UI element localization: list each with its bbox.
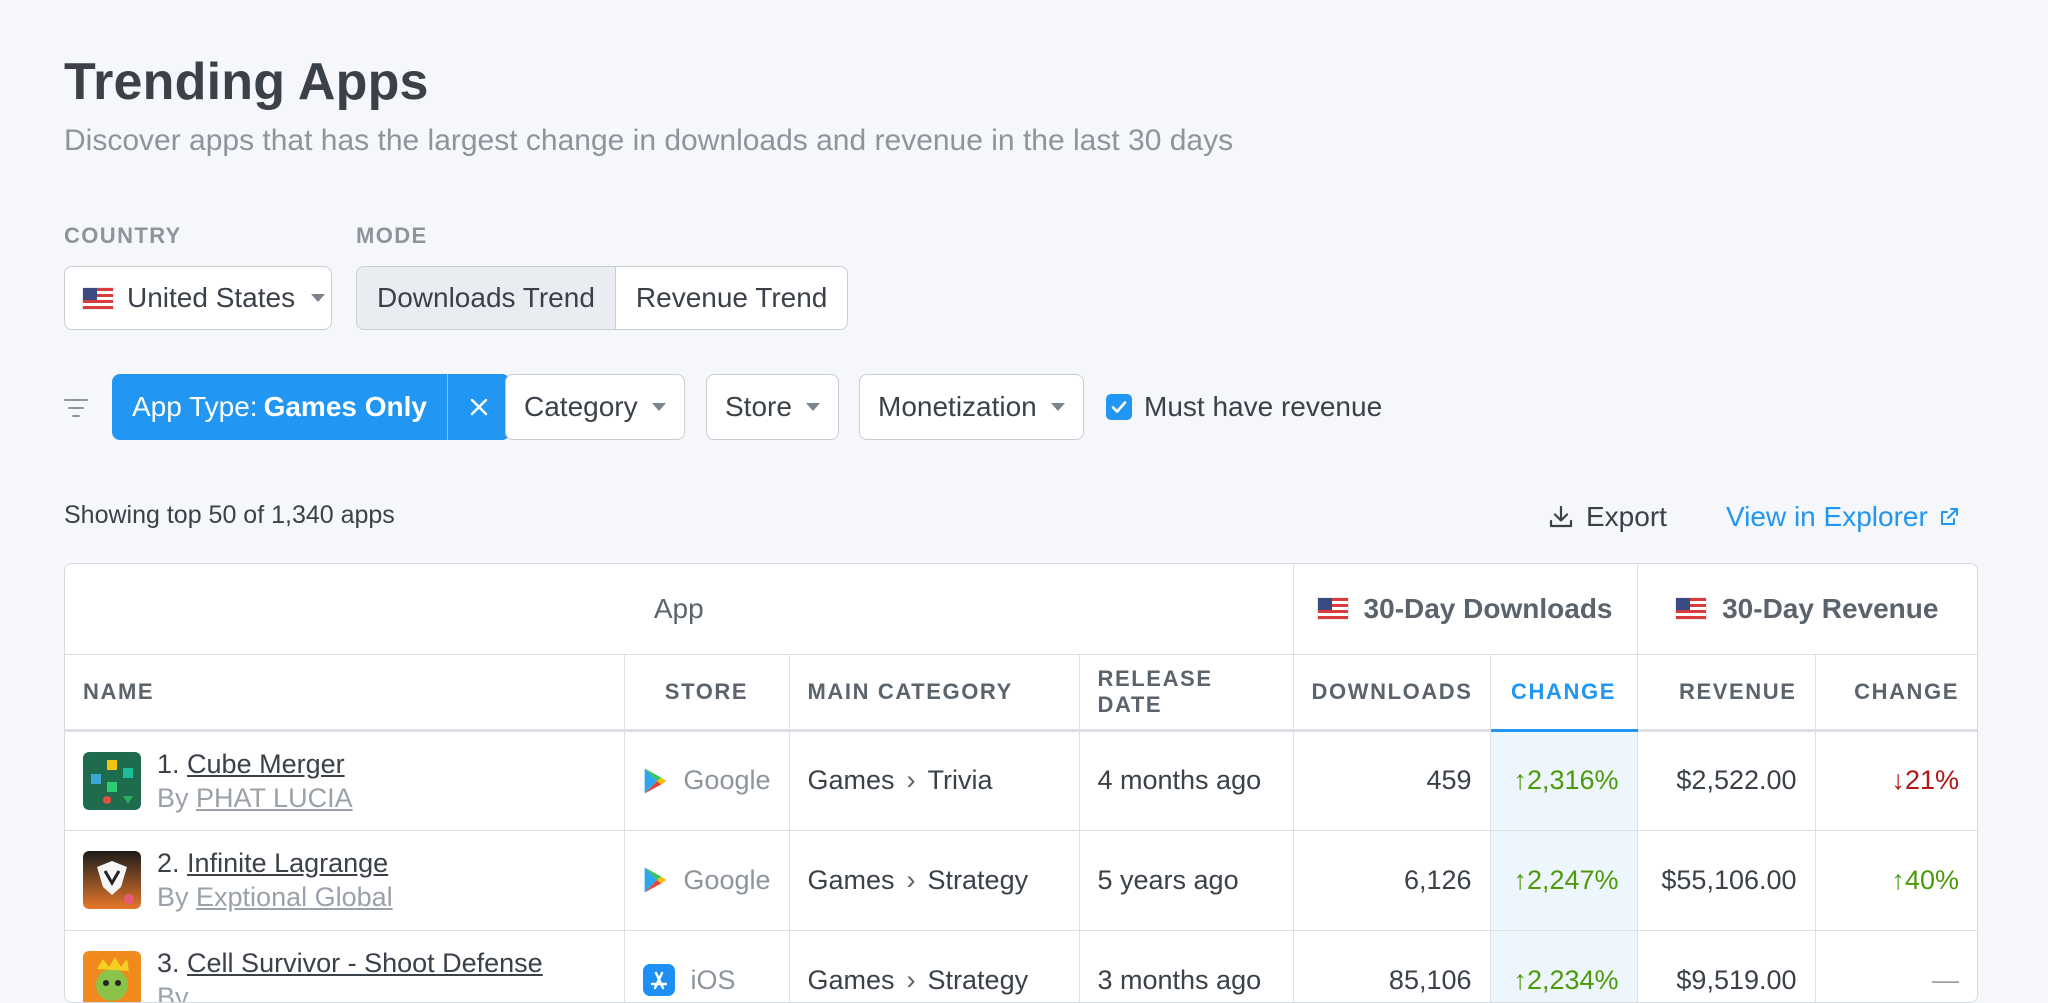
- store-filter-dropdown[interactable]: Store: [706, 374, 839, 440]
- close-icon: [470, 398, 488, 416]
- store-name: Google: [683, 765, 771, 795]
- country-value: United States: [127, 282, 296, 313]
- app-name-link[interactable]: Cell Survivor - Shoot Defense: [187, 948, 543, 978]
- downloads-value: 459: [1293, 730, 1491, 831]
- export-button[interactable]: Export: [1548, 501, 1667, 533]
- developer-link[interactable]: PHAT LUCIA: [196, 783, 353, 813]
- app-icon: [83, 951, 141, 1002]
- store-name: iOS: [690, 964, 736, 995]
- chevron-right-icon: ›: [906, 864, 916, 895]
- table-row[interactable]: 2. Infinite Lagrange By Exptional Global: [65, 830, 1977, 931]
- chevron-down-icon: [651, 403, 666, 411]
- download-icon: [1549, 505, 1573, 528]
- page-subtitle: Discover apps that has the largest chang…: [64, 124, 1234, 157]
- column-header-downloads-change[interactable]: CHANGE: [1490, 654, 1638, 732]
- group-header-app: App: [65, 564, 1294, 655]
- arrow-down-icon: ↓: [1891, 765, 1905, 795]
- revenue-value: $55,106.00: [1637, 830, 1816, 931]
- us-flag-icon: [83, 287, 113, 309]
- app-name-link[interactable]: Cube Merger: [187, 749, 345, 779]
- column-header-main-category[interactable]: MAIN CATEGORY: [789, 654, 1080, 732]
- view-in-explorer-link[interactable]: View in Explorer: [1726, 501, 1960, 533]
- arrow-up-icon: ↑: [1891, 864, 1905, 895]
- column-header-release-date[interactable]: RELEASE DATE: [1079, 654, 1294, 732]
- arrow-up-icon: ↑: [1513, 964, 1527, 995]
- app-type-value: Games Only: [263, 391, 427, 422]
- mode-revenue-trend-button[interactable]: Revenue Trend: [614, 267, 847, 329]
- developer-link[interactable]: Exptional Global: [196, 882, 393, 912]
- release-date: 4 months ago: [1079, 730, 1294, 831]
- app-name-link[interactable]: Infinite Lagrange: [187, 848, 388, 878]
- revenue-value: $2,522.00: [1637, 730, 1816, 831]
- category-filter-dropdown[interactable]: Category: [505, 374, 685, 440]
- app-icon: [83, 851, 141, 909]
- release-date: 5 years ago: [1079, 830, 1294, 931]
- page-title: Trending Apps: [64, 53, 429, 111]
- downloads-value: 85,106: [1293, 930, 1491, 1002]
- external-link-icon: [1940, 508, 1958, 525]
- app-type-filter-chip[interactable]: App Type: Games Only: [112, 374, 510, 440]
- column-header-revenue-change[interactable]: CHANGE: [1815, 654, 1977, 732]
- remove-filter-button[interactable]: [446, 374, 510, 440]
- app-type-prefix: App Type:: [132, 391, 258, 422]
- arrow-up-icon: ↑: [1513, 765, 1527, 795]
- app-icon: [83, 751, 141, 810]
- column-header-downloads[interactable]: DOWNLOADS: [1293, 654, 1491, 732]
- chevron-right-icon: ›: [906, 765, 916, 795]
- monetization-filter-dropdown[interactable]: Monetization: [859, 374, 1084, 440]
- app-store-icon: [642, 964, 675, 996]
- arrow-up-icon: ↑: [1513, 864, 1527, 895]
- chevron-right-icon: ›: [906, 964, 916, 995]
- filter-icon[interactable]: [64, 397, 90, 419]
- table-row[interactable]: 1. Cube Merger By PHAT LUCIA Google Game…: [65, 730, 1977, 831]
- country-select[interactable]: United States: [64, 266, 332, 330]
- group-header-downloads: 30-Day Downloads: [1293, 564, 1638, 655]
- downloads-value: 6,126: [1293, 830, 1491, 931]
- revenue-value: $9,519.00: [1637, 930, 1816, 1002]
- google-play-icon: [644, 768, 666, 793]
- google-play-icon: [644, 867, 666, 893]
- table-row[interactable]: 3. Cell Survivor - Shoot Defense By iOS: [65, 930, 1977, 1002]
- us-flag-icon: [1676, 598, 1707, 620]
- must-have-revenue-option[interactable]: Must have revenue: [1106, 391, 1382, 423]
- us-flag-icon: [1317, 598, 1348, 620]
- mode-toggle: Downloads Trend Revenue Trend: [356, 266, 849, 330]
- mode-downloads-trend-button[interactable]: Downloads Trend: [357, 267, 615, 329]
- must-have-revenue-label: Must have revenue: [1144, 391, 1383, 422]
- column-header-name[interactable]: NAME: [65, 654, 625, 732]
- trending-apps-table: App 30-Day Downloads 30-Day Revenue NAME…: [64, 563, 1978, 1003]
- country-label: COUNTRY: [64, 223, 182, 248]
- release-date: 3 months ago: [1079, 930, 1294, 1002]
- store-name: Google: [683, 864, 771, 895]
- chevron-down-icon: [1050, 403, 1065, 411]
- chevron-down-icon: [805, 403, 820, 411]
- mode-label: MODE: [356, 223, 428, 248]
- must-have-revenue-checkbox[interactable]: [1106, 394, 1132, 420]
- column-header-revenue[interactable]: REVENUE: [1637, 654, 1816, 732]
- column-header-store[interactable]: STORE: [624, 654, 790, 732]
- group-header-revenue: 30-Day Revenue: [1637, 564, 1977, 655]
- results-count: Showing top 50 of 1,340 apps: [64, 501, 395, 529]
- checkmark-icon: [1111, 401, 1127, 413]
- chevron-down-icon: [311, 294, 326, 302]
